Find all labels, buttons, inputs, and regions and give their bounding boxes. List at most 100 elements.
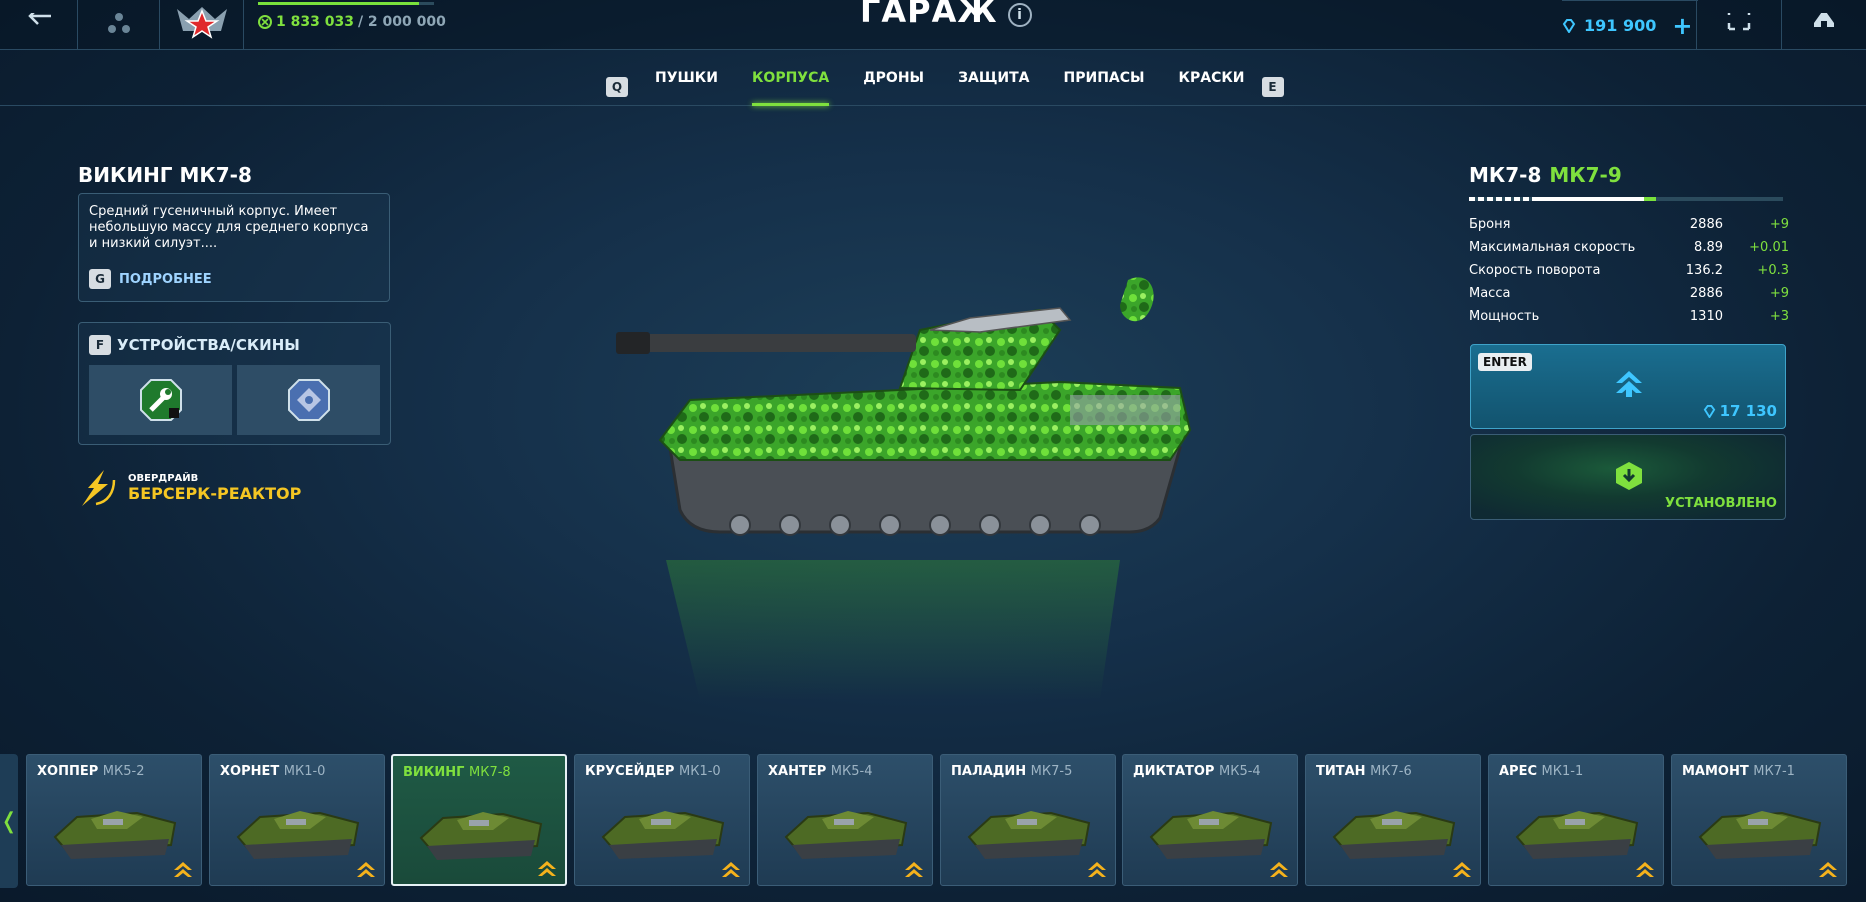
tab-paints[interactable]: КРАСКИ [1162, 68, 1262, 106]
installed-status: УСТАНОВЛЕНО [1470, 434, 1786, 520]
hull-card-mk: МК7-1 [1753, 764, 1795, 779]
network-icon [107, 13, 130, 33]
overdrive-caption: ОВЕРДРАЙВ [128, 473, 199, 484]
current-modification: МК7-8 [1469, 163, 1542, 187]
hull-card-name: ТИТАН [1316, 764, 1366, 779]
stat-bonus: +0.3 [1757, 263, 1789, 278]
crystal-amount: 191 900 [1584, 16, 1657, 35]
tab-guns[interactable]: ПУШКИ [638, 68, 735, 106]
wrench-icon [139, 379, 182, 421]
hull-card[interactable]: ХАНТЕР МК5-4 [757, 754, 933, 886]
hull-card[interactable]: МАМОНТ МК7-1 [1671, 754, 1847, 886]
upgrade-available-icon [1270, 862, 1288, 877]
hull-card-mk: МК1-1 [1541, 764, 1584, 779]
hull-thumbnail [784, 811, 908, 859]
back-button[interactable] [0, 0, 78, 50]
devices-key: F [89, 335, 111, 355]
stat-name: Максимальная скорость [1469, 240, 1636, 255]
stat-name: Броня [1469, 217, 1511, 232]
stat-name: Скорость поворота [1469, 263, 1601, 278]
crystal-icon [1703, 404, 1715, 418]
more-details-label: ПОДРОБНЕЕ [119, 271, 212, 287]
xp-icon [258, 15, 272, 29]
hull-card[interactable]: АРЕС МК1-1 [1488, 754, 1664, 886]
upgrade-price: 17 130 [1703, 402, 1777, 420]
tab-hulls[interactable]: КОРПУСА [735, 68, 846, 106]
hull-card-mk: МК1-0 [283, 764, 326, 779]
hull-card-name: МАМОНТ [1682, 764, 1749, 779]
tab-drones[interactable]: ДРОНЫ [846, 68, 941, 106]
fullscreen-button[interactable] [1696, 0, 1782, 50]
hull-thumbnail [1149, 811, 1273, 859]
description-panel: Средний гусеничный корпус. Имеет небольш… [78, 193, 390, 302]
overdrive-name: БЕРСЕРК-РЕАКТОР [128, 484, 302, 503]
stat-row: Скорость поворота 136.2 +0.3 [1469, 259, 1789, 282]
hull-thumbnail [1332, 811, 1456, 859]
stat-name: Мощность [1469, 309, 1540, 324]
upgrade-available-icon [1819, 862, 1837, 877]
installed-label: УСТАНОВЛЕНО [1665, 496, 1777, 511]
overdrive-icon [82, 470, 116, 506]
tab-protection[interactable]: ЗАЩИТА [941, 68, 1046, 106]
stat-bonus: +9 [1769, 217, 1789, 232]
xp-current: 1 833 033 [276, 14, 354, 30]
hull-card-mk: МК7-8 [469, 765, 511, 780]
hull-card[interactable]: ВИКИНГ МК7-8 [391, 754, 567, 886]
hull-card-title: ХОППЕР МК5-2 [37, 764, 144, 779]
hull-card[interactable]: КРУСЕЙДЕР МК1-0 [574, 754, 750, 886]
device-slot[interactable] [89, 365, 232, 435]
devices-title: УСТРОЙСТВА/СКИНЫ [117, 336, 300, 354]
stat-bonus: +3 [1769, 309, 1789, 324]
hull-card-title: ТИТАН МК7-6 [1316, 764, 1412, 779]
crystal-icon [1562, 18, 1576, 33]
next-tab-key[interactable]: E [1261, 77, 1284, 97]
prev-tab-key[interactable]: Q [606, 77, 628, 97]
hull-description: Средний гусеничный корпус. Имеет небольш… [89, 204, 369, 251]
stat-value: 8.89 [1694, 240, 1723, 255]
hull-card-title: ДИКТАТОР МК5-4 [1133, 764, 1261, 779]
hull-card[interactable]: ХОППЕР МК5-2 [26, 754, 202, 886]
hull-card-mk: МК7-6 [1370, 764, 1412, 779]
upgrade-available-icon [1453, 862, 1471, 877]
hull-card[interactable]: ТИТАН МК7-6 [1305, 754, 1481, 886]
carousel-prev-button[interactable]: ❬ [0, 754, 18, 888]
upgrade-button[interactable]: ENTER 17 130 [1470, 344, 1786, 429]
hull-card-name: КРУСЕЙДЕР [585, 764, 675, 779]
home-button[interactable] [1782, 0, 1866, 50]
hull-card[interactable]: ХОРНЕТ МК1-0 [209, 754, 385, 886]
hull-card-title: ВИКИНГ МК7-8 [403, 765, 511, 780]
skin-slot[interactable] [237, 365, 380, 435]
hull-thumbnail [236, 811, 360, 859]
hull-card-name: ХОРНЕТ [220, 764, 280, 779]
hull-card-name: АРЕС [1499, 764, 1538, 779]
upgrade-progress-fill [1643, 197, 1657, 201]
hull-card[interactable]: ПАЛАДИН МК7-5 [940, 754, 1116, 886]
upgrade-available-icon [905, 862, 923, 877]
network-button[interactable] [78, 0, 160, 50]
hull-card-mk: МК5-2 [102, 764, 145, 779]
hull-name: ВИКИНГ МК7-8 [78, 163, 252, 187]
tab-supplies[interactable]: ПРИПАСЫ [1047, 68, 1162, 106]
overdrive[interactable]: ОВЕРДРАЙВ БЕРСЕРК-РЕАКТОР [78, 468, 301, 508]
upgrade-arrow-icon [1616, 371, 1642, 397]
stat-row: Максимальная скорость 8.89 +0.01 [1469, 236, 1789, 259]
hull-thumbnail [967, 811, 1091, 859]
more-details-button[interactable]: G ПОДРОБНЕЕ [89, 269, 212, 289]
hull-card-name: ДИКТАТОР [1133, 764, 1215, 779]
upgrade-available-icon [722, 862, 740, 877]
add-crystals-button[interactable]: + [1672, 12, 1692, 40]
upgrade-available-icon [538, 861, 556, 876]
stat-row: Масса 2886 +9 [1469, 282, 1789, 305]
info-button[interactable]: i [1007, 3, 1032, 27]
back-arrow-icon [27, 13, 51, 25]
stat-value: 1310 [1689, 309, 1723, 324]
rank-button[interactable] [160, 0, 244, 50]
hull-card-mk: МК7-5 [1030, 764, 1073, 779]
hull-thumbnail [601, 811, 725, 859]
skin-icon [287, 379, 330, 421]
hull-card[interactable]: ДИКТАТОР МК5-4 [1122, 754, 1298, 886]
stat-name: Масса [1469, 286, 1511, 301]
hull-card-name: ХАНТЕР [768, 764, 827, 779]
hull-card-name: ХОППЕР [37, 764, 99, 779]
upgrade-available-icon [174, 862, 192, 877]
